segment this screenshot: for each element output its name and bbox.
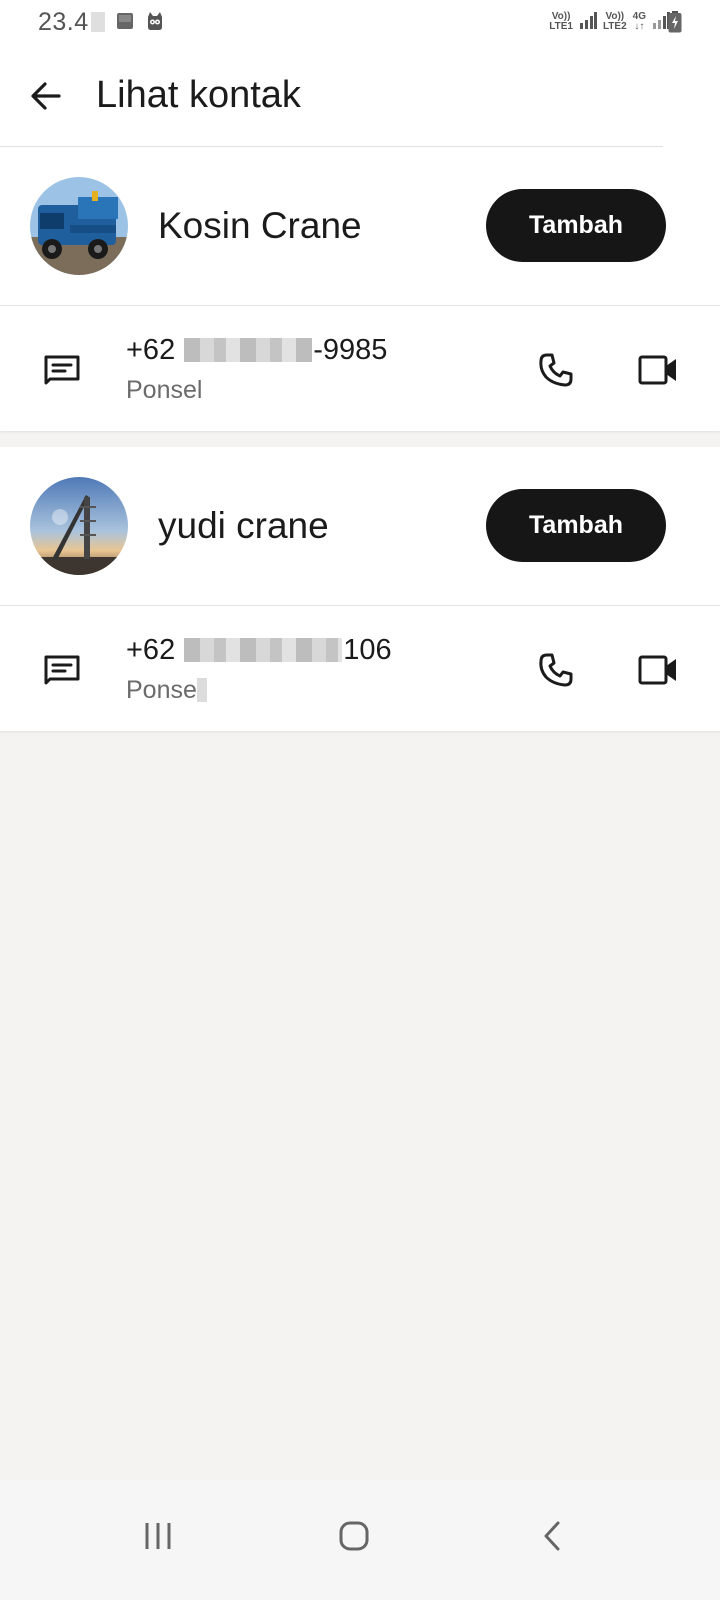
back-icon — [544, 1521, 560, 1551]
network-lte2: Vo)) LTE2 — [602, 11, 627, 32]
signal-icon — [579, 11, 597, 34]
contact-card: yudi crane Tambah +62 106 Ponse — [0, 447, 720, 731]
home-icon — [339, 1521, 369, 1551]
phone-type-label: Ponse — [126, 676, 207, 705]
message-icon — [44, 355, 80, 385]
status-bar: 23.4 Vo)) LTE1 Vo)) LTE2 4G ↓↑ — [0, 0, 720, 44]
video-call-icon — [638, 355, 676, 385]
call-button[interactable] — [528, 642, 584, 698]
battery-icon — [668, 11, 682, 38]
video-call-button[interactable] — [630, 642, 686, 698]
message-icon — [44, 655, 80, 685]
video-call-button[interactable] — [630, 342, 686, 398]
contact-name: Kosin Crane — [158, 205, 362, 246]
add-contact-button[interactable]: Tambah — [486, 189, 666, 262]
status-time-text: 23.4 — [38, 8, 89, 36]
phone-row[interactable]: +62 106 Ponse — [0, 606, 720, 731]
navigation-bar — [0, 1480, 720, 1600]
phone-type-label: Ponsel — [126, 376, 203, 404]
avatar[interactable] — [30, 177, 128, 275]
contact-card: Kosin Crane Tambah +62 -9985 Ponsel — [0, 147, 720, 431]
masked-digits — [184, 638, 343, 662]
phone-row[interactable]: +62 -9985 Ponsel — [0, 306, 720, 431]
masked-digits — [184, 338, 313, 362]
recents-icon — [145, 1523, 171, 1549]
recents-button[interactable] — [130, 1508, 186, 1564]
avatar[interactable] — [30, 477, 128, 575]
app-bar: Lihat kontak — [0, 44, 720, 148]
phone-icon — [539, 353, 573, 387]
contact-header: Kosin Crane Tambah — [0, 147, 720, 305]
call-button[interactable] — [528, 342, 584, 398]
message-button[interactable] — [34, 342, 90, 398]
phone-icon — [539, 653, 573, 687]
nav-back-button[interactable] — [524, 1508, 580, 1564]
network-lte1: Vo)) LTE1 — [549, 11, 573, 32]
page-title: Lihat kontak — [96, 74, 301, 116]
network-4g: 4G ↓↑ — [632, 11, 646, 32]
cat-icon — [146, 11, 164, 36]
phone-number: +62 106 — [126, 634, 392, 666]
arrow-left-icon — [31, 82, 61, 110]
status-time-masked — [90, 12, 105, 32]
message-button[interactable] — [34, 642, 90, 698]
home-button[interactable] — [326, 1508, 382, 1564]
contact-header: yudi crane Tambah — [0, 447, 720, 605]
phone-number: +62 -9985 — [126, 334, 388, 366]
gallery-icon — [116, 12, 134, 35]
contact-name: yudi crane — [158, 505, 329, 546]
video-call-icon — [638, 655, 676, 685]
network-indicators: Vo)) LTE1 Vo)) LTE2 4G ↓↑ — [549, 10, 670, 34]
add-contact-button[interactable]: Tambah — [486, 489, 666, 562]
status-time: 23.4 — [38, 8, 105, 37]
back-button[interactable] — [20, 70, 72, 122]
masked-char — [196, 678, 207, 702]
